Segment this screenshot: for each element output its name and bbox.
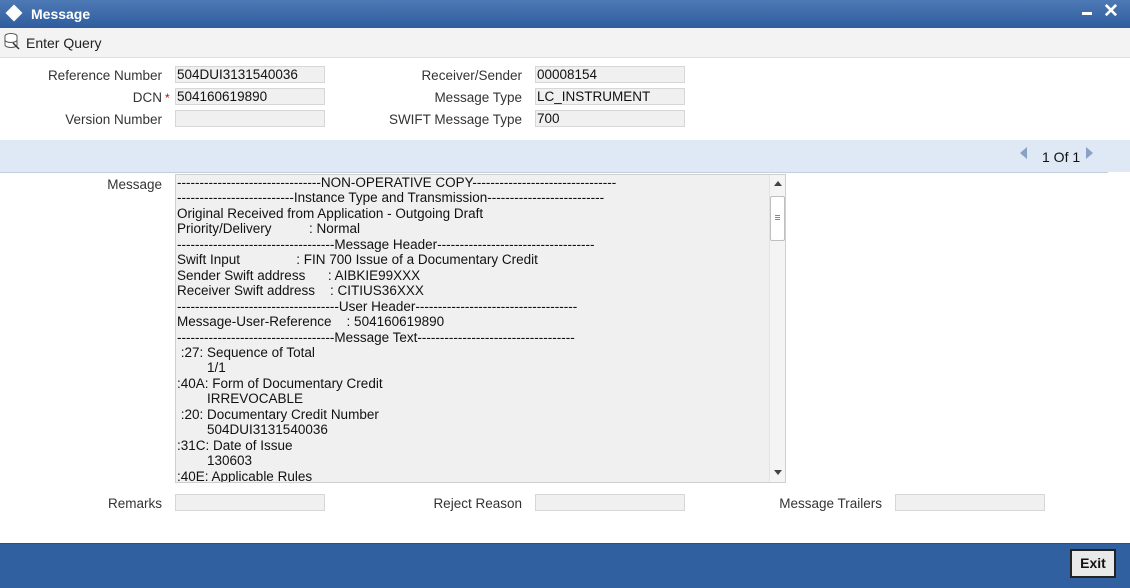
message-trailers-field[interactable]: [895, 494, 1045, 511]
close-button[interactable]: ✕: [1103, 2, 1119, 22]
message-line: ------------------------------------User…: [177, 298, 578, 314]
enter-query-button[interactable]: Enter Query: [26, 35, 101, 51]
version-number-label: Version Number: [65, 112, 162, 127]
message-line: --------------------------------NON-OPER…: [177, 175, 617, 190]
message-line: 504DUI3131540036: [177, 422, 328, 438]
dcn-label: DCN: [132, 90, 162, 105]
scroll-up-icon[interactable]: [774, 181, 782, 186]
exit-button[interactable]: Exit: [1070, 549, 1116, 578]
footer-bar: [0, 543, 1130, 588]
window-titlebar: Message ✕: [0, 0, 1130, 28]
receiver-sender-label: Receiver/Sender: [421, 68, 522, 83]
message-line: Original Received from Application - Out…: [177, 205, 484, 221]
remarks-field[interactable]: [175, 494, 325, 511]
message-line: -----------------------------------Messa…: [177, 329, 575, 345]
remarks-label: Remarks: [107, 496, 162, 511]
message-line: 1/1: [177, 360, 226, 376]
message-content: --------------------------------NON-OPER…: [177, 175, 767, 483]
message-line: :31C: Date of Issue: [177, 437, 293, 453]
version-number-field[interactable]: [175, 110, 325, 127]
message-scrollbar[interactable]: [769, 175, 785, 482]
next-page-icon[interactable]: [1086, 147, 1093, 159]
swift-message-type-field[interactable]: 700: [535, 110, 685, 127]
message-line: 130603: [177, 453, 253, 469]
reference-number-field[interactable]: 504DUI3131540036: [175, 66, 325, 83]
page-indicator: 1 Of 1: [1042, 149, 1081, 165]
reference-number-label: Reference Number: [47, 68, 162, 83]
message-label: Message: [107, 177, 162, 192]
message-type-label: Message Type: [434, 90, 522, 105]
window-title: Message: [31, 6, 91, 22]
message-line: Message-User-Reference : 504160619890: [177, 314, 445, 330]
reject-reason-label: Reject Reason: [433, 496, 522, 511]
message-line: Swift Input : FIN 700 Issue of a Documen…: [177, 252, 538, 268]
message-line: Receiver Swift address : CITIUS36XXX: [177, 283, 424, 299]
message-type-field[interactable]: LC_INSTRUMENT: [535, 88, 685, 105]
required-marker: *: [165, 91, 170, 105]
dcn-field[interactable]: 504160619890: [175, 88, 325, 105]
message-line: --------------------------Instance Type …: [177, 190, 605, 206]
message-line: -----------------------------------Messa…: [177, 236, 595, 252]
divider: [0, 172, 1108, 173]
pager-bar: 1 Of 1: [0, 140, 1130, 172]
enter-query-icon[interactable]: [4, 32, 20, 50]
toolbar: Enter Query: [0, 28, 1130, 58]
previous-page-icon[interactable]: [1020, 147, 1027, 159]
scroll-down-icon[interactable]: [774, 470, 782, 475]
message-line: :27: Sequence of Total: [177, 344, 315, 360]
message-textarea[interactable]: --------------------------------NON-OPER…: [175, 174, 786, 483]
swift-message-type-label: SWIFT Message Type: [388, 112, 522, 127]
receiver-sender-field[interactable]: 00008154: [535, 66, 685, 83]
message-line: Priority/Delivery : Normal: [177, 221, 361, 237]
diamond-icon: [5, 4, 23, 22]
minimize-button[interactable]: [1082, 12, 1092, 15]
reject-reason-field[interactable]: [535, 494, 685, 511]
message-line: :40E: Applicable Rules: [177, 468, 313, 483]
message-line: IRREVOCABLE: [177, 391, 304, 407]
scroll-thumb[interactable]: [770, 196, 785, 241]
message-line: Sender Swift address : AIBKIE99XXX: [177, 267, 421, 283]
message-trailers-label: Message Trailers: [779, 496, 882, 511]
message-line: :20: Documentary Credit Number: [177, 406, 379, 422]
message-line: :40A: Form of Documentary Credit: [177, 375, 383, 391]
